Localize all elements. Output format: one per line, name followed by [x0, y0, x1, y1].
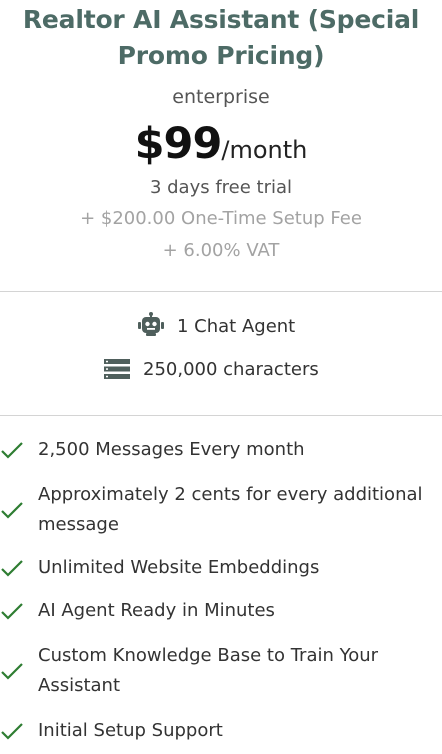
check-icon: [1, 560, 23, 577]
spec-label: 1 Chat Agent: [177, 315, 296, 337]
feature-label: 2,500 Messages Every month: [38, 439, 305, 460]
check-icon: [1, 603, 23, 620]
setup-fee-text: + $200.00 One-Time Setup Fee: [80, 208, 362, 229]
feature-item: Unlimited Website Embeddings: [0, 553, 442, 583]
feature-label: Initial Setup Support: [38, 720, 223, 741]
feature-item: Approximately 2 cents for every addition…: [0, 480, 442, 540]
trial-text: 3 days free trial: [149, 177, 293, 198]
plan-title-line-2: Promo Pricing): [117, 41, 325, 70]
plan-title: Realtor AI Assistant (Special Promo Pric…: [0, 2, 442, 74]
server-stack-icon: [103, 355, 131, 383]
pricing-card: Realtor AI Assistant (Special Promo Pric…: [0, 0, 442, 754]
robot-icon: [137, 312, 165, 340]
spec-label: 250,000 characters: [143, 358, 319, 380]
feature-item: Custom Knowledge Base to Train Your Assi…: [0, 641, 442, 701]
feature-label: Approximately 2 cents for every addition…: [38, 484, 423, 535]
divider: [0, 415, 442, 416]
vat-text: + 6.00% VAT: [162, 240, 280, 261]
feature-label: AI Agent Ready in Minutes: [38, 600, 275, 621]
feature-label: Unlimited Website Embeddings: [38, 557, 320, 578]
spec-characters: 250,000 characters: [103, 355, 319, 383]
feature-item: 2,500 Messages Every month: [0, 435, 442, 465]
check-icon: [1, 502, 23, 519]
plan-tier: enterprise: [172, 86, 270, 108]
check-icon: [1, 442, 23, 459]
divider: [0, 291, 442, 292]
price-row: $99/month: [0, 118, 442, 179]
price-amount: $99: [134, 119, 223, 169]
spec-chat-agents: 1 Chat Agent: [137, 312, 295, 340]
feature-item: Initial Setup Support: [0, 716, 442, 746]
price-period: /month: [221, 136, 308, 164]
feature-label: Custom Knowledge Base to Train Your Assi…: [38, 645, 379, 696]
feature-item: AI Agent Ready in Minutes: [0, 596, 442, 626]
check-icon: [1, 663, 23, 680]
plan-title-line-1: Realtor AI Assistant (Special: [22, 5, 420, 34]
check-icon: [1, 723, 23, 740]
